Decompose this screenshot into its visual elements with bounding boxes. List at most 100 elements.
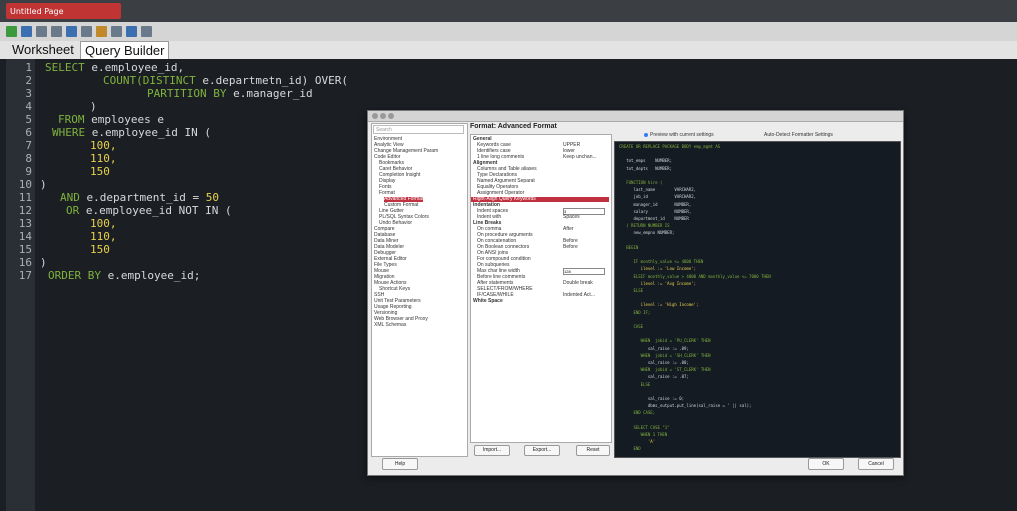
sql-text: e.employee_id; (100, 269, 201, 282)
zoom-icon[interactable] (388, 113, 394, 119)
preview-code-line: WHEN jobid = 'SH_CLERK' THEN (619, 352, 711, 358)
code-line: 110, (90, 152, 117, 165)
reset-button[interactable]: Reset (576, 445, 610, 456)
close-icon[interactable] (372, 113, 378, 119)
option-value[interactable]: Spaces (563, 215, 580, 220)
sql-text: ) (40, 178, 47, 191)
preview-code-line: sal_raise := .08; (619, 360, 689, 365)
line-number: 2 (25, 74, 32, 87)
code-line: 100, (90, 139, 117, 152)
sql-keyword: OR (66, 204, 80, 217)
sql-keyword: SELECT (45, 61, 85, 74)
code-line: OR e.employee_id NOT IN ( (66, 204, 232, 217)
preferences-dialog: Search Environment Analytic View Change … (367, 110, 904, 476)
line-number: 1 (25, 61, 32, 74)
preview-code-line: SELECT CASE "1" (619, 424, 670, 430)
line-number: 13 (18, 217, 32, 230)
code-line: SELECT e.employee_id, (45, 61, 184, 74)
code-line: ) (40, 178, 47, 191)
code-line: WHERE e.employee_id IN ( (52, 126, 211, 139)
option-value[interactable]: Indented Act... (563, 293, 595, 298)
sql-number: 150 (90, 165, 110, 178)
run-icon[interactable] (6, 26, 17, 37)
explain-plan-icon[interactable] (66, 26, 77, 37)
code-line: 110, (90, 230, 117, 243)
sql-text: e.departmetn_id) OVER( (195, 74, 349, 87)
line-number: 6 (25, 126, 32, 139)
search-input[interactable]: Search (373, 125, 464, 134)
dialog-title-bar (368, 111, 903, 122)
code-line: 150 (90, 243, 110, 256)
line-number: 9 (25, 165, 32, 178)
line-number: 17 (18, 269, 32, 282)
preview-current-radio[interactable]: Preview with current settings (644, 132, 714, 138)
commit-icon[interactable] (36, 26, 47, 37)
radio-selected-icon (644, 132, 648, 137)
sql-keyword: ORDER BY (48, 269, 101, 282)
sql-number: 150 (90, 243, 110, 256)
preview-code-line: dbms_output.put_line(sal_raise = ' || sa… (619, 403, 752, 409)
auto-detect-radio[interactable]: Auto-Detect Formatter Settings (764, 132, 833, 138)
sql-keyword: FROM (58, 113, 85, 126)
sql-number: 100, (90, 217, 117, 230)
line-number: 16 (18, 256, 32, 269)
window-title-tab[interactable]: Untitled Page (6, 3, 121, 19)
format-options-panel: Format: Advanced Format General Keywords… (470, 123, 612, 456)
sql-keyword: WHERE (52, 126, 86, 139)
tab-query-builder[interactable]: Query Builder (80, 41, 170, 59)
preview-code-line: END IF; (619, 309, 651, 315)
code-line: AND e.department_id = 50 (60, 191, 219, 204)
preview-code-line: ELSE (619, 288, 644, 293)
preview-code-line: ilevel := 'High Income'; (619, 302, 699, 308)
help-button[interactable]: Help (382, 458, 418, 470)
cancel-button[interactable]: Cancel (858, 458, 894, 470)
code-line: ) (90, 100, 97, 113)
tab-worksheet[interactable]: Worksheet (8, 41, 78, 58)
preview-code-line: CASE (619, 324, 644, 329)
tree-item[interactable]: XML Schemas (374, 323, 406, 328)
import-button[interactable]: Import... (474, 445, 510, 456)
worksheet-tab-bar: Worksheet Query Builder (0, 41, 1017, 60)
history-icon[interactable] (126, 26, 137, 37)
autotrace-icon[interactable] (81, 26, 92, 37)
code-line: 150 (90, 165, 110, 178)
preferences-tree: Search Environment Analytic View Change … (371, 123, 468, 457)
option-value[interactable]: After (563, 227, 574, 232)
preview-code-line: last_name VARCHAR2, (619, 187, 697, 193)
option-group[interactable]: White Space (473, 299, 503, 304)
rollback-icon[interactable] (51, 26, 62, 37)
preview-code-line: manager_id NUMBER, (619, 201, 692, 207)
option-value[interactable]: Keep unchan... (563, 155, 597, 160)
export-button[interactable]: Export... (524, 445, 560, 456)
preview-code-line: CREATE OR REPLACE PACKAGE BODY emp_mgmt … (619, 144, 721, 149)
preview-code-line: ilevel := 'Low Income'; (619, 266, 697, 272)
line-number: 7 (25, 139, 32, 152)
format-icon[interactable] (96, 26, 107, 37)
clear-icon[interactable] (111, 26, 122, 37)
line-number: 8 (25, 152, 32, 165)
run-script-icon[interactable] (21, 26, 32, 37)
minimize-icon[interactable] (380, 113, 386, 119)
sql-text: e.employee_id IN ( (85, 126, 211, 139)
preview-code-line: ELSE (619, 381, 651, 387)
window-title-bar: Untitled Page (0, 0, 1017, 22)
code-line: COUNT(DISTINCT e.departmetn_id) OVER( (103, 74, 348, 87)
preview-code-line: WHEN jobid = 'PU_CLERK' THEN (619, 338, 711, 344)
option-value[interactable]: Before (563, 245, 578, 250)
sql-number: 100, (90, 139, 117, 152)
line-number: 10 (18, 178, 32, 191)
sql-text: e.employee_id NOT IN ( (79, 204, 232, 217)
preview-code-line: BEGIN (619, 244, 639, 250)
ok-button[interactable]: OK (808, 458, 844, 470)
preview-code-line: department_id NUMBER (619, 216, 689, 221)
find-icon[interactable] (141, 26, 152, 37)
option-value[interactable]: Double break (563, 281, 593, 286)
code-line: ORDER BY e.employee_id; (48, 269, 200, 282)
window-title: Untitled Page (10, 6, 64, 16)
line-width-input[interactable]: 128 (563, 268, 605, 275)
sql-text: ) (90, 100, 97, 113)
preview-code-line: WHEN 1 THEN (619, 432, 668, 437)
sql-number: 50 (205, 191, 219, 204)
main-toolbar (0, 22, 1017, 41)
sql-keyword: PARTITION BY (147, 87, 227, 100)
